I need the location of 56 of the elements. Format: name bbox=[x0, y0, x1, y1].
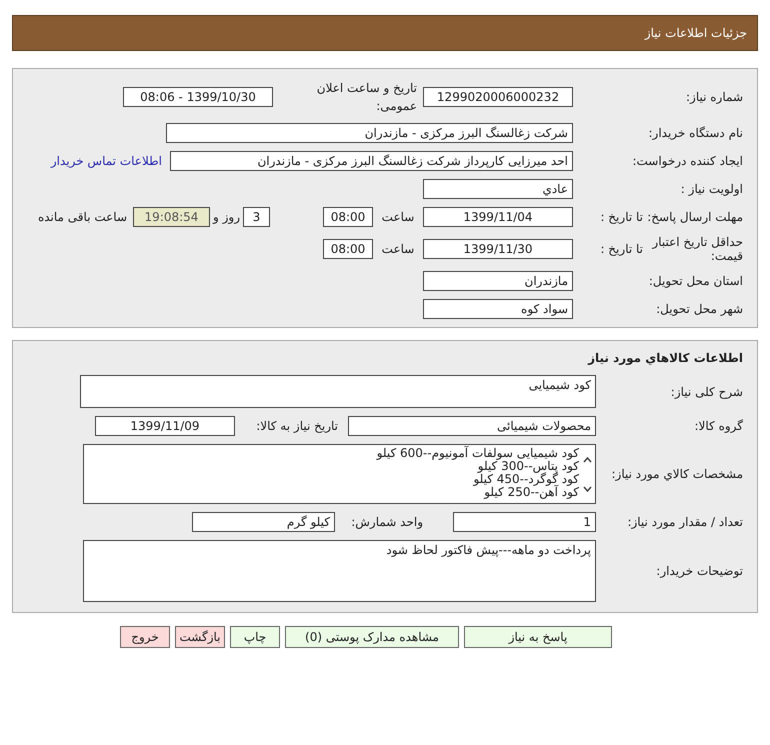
action-button[interactable]: خروج bbox=[120, 626, 170, 648]
field-label: ساعت باقی مانده bbox=[36, 209, 128, 226]
field-label: حداقل تاریخ اعتبار قیمت: bbox=[650, 235, 743, 263]
spec-line: کود آهن--250 کیلو bbox=[484, 486, 579, 499]
action-button[interactable]: بازگشت bbox=[175, 626, 225, 648]
field-label: تاریخ و ساعت اعلان عمومی: bbox=[316, 80, 418, 115]
field-label: تا تاریخ : bbox=[599, 209, 643, 226]
text-field[interactable]: 1299020006000232 bbox=[423, 87, 573, 107]
text-field[interactable]: عادي bbox=[423, 179, 573, 199]
field-label: تا تاریخ : bbox=[599, 241, 643, 258]
field-label: مهلت ارسال پاسخ: bbox=[646, 209, 743, 226]
field-label: اولویت نیاز : bbox=[680, 181, 743, 198]
text-field[interactable]: کود شیمیایی bbox=[80, 375, 596, 408]
field-label: ایجاد کننده درخواست: bbox=[631, 153, 743, 170]
field-label: مشخصات کالاي مورد نیاز: bbox=[610, 466, 743, 483]
text-field[interactable]: 1 bbox=[453, 512, 596, 532]
field-label: روز و bbox=[212, 209, 241, 226]
section-title: اطلاعات کالاهاي مورد نیاز bbox=[586, 350, 743, 367]
field-label: شماره نیاز: bbox=[685, 89, 743, 106]
field-label: استان محل تحویل: bbox=[648, 273, 743, 290]
text-field[interactable]: 1399/11/30 bbox=[423, 239, 573, 259]
action-button[interactable]: مشاهده مدارک پوستی (0) bbox=[285, 626, 459, 648]
text-field[interactable]: 08:00 bbox=[323, 207, 373, 227]
text-field[interactable]: 19:08:54 bbox=[133, 207, 210, 227]
text-field[interactable]: احد میرزایی کارپرداز شرکت زغالسنگ البرز مرکزی - مازندران bbox=[170, 151, 573, 171]
field-label: شهر محل تحویل: bbox=[655, 301, 743, 318]
page-title: جزئیات اطلاعات نیاز bbox=[644, 25, 747, 42]
field-label: واحد شمارش: bbox=[350, 514, 424, 531]
action-button[interactable]: پاسخ به نیاز bbox=[464, 626, 612, 648]
field-label: گروه کالا: bbox=[694, 418, 743, 435]
specs-list[interactable]: کود شیمیایی سولفات آمونیوم--600 کیلو کود پتاس--300 کیلو کود گوگرد--450 کیلو کود آهن--250 کیلو bbox=[83, 444, 596, 504]
field-label: شرح کلی نیاز: bbox=[670, 384, 743, 400]
spec-line: کود پتاس--300 کیلو bbox=[477, 460, 579, 473]
spec-line: کود شیمیایی سولفات آمونیوم--600 کیلو bbox=[376, 447, 579, 460]
text-field[interactable]: 1399/11/09 bbox=[95, 416, 235, 436]
spec-line: کود گوگرد--450 کیلو bbox=[472, 473, 579, 486]
field-label: توضیحات خریدار: bbox=[655, 563, 743, 580]
field-label: ساعت bbox=[380, 241, 416, 258]
text-field[interactable]: 1399/10/30 - 08:06 bbox=[123, 87, 273, 107]
text-field[interactable]: 08:00 bbox=[323, 239, 373, 259]
text-field[interactable]: مازندران bbox=[423, 271, 573, 291]
text-field[interactable]: شرکت زغالسنگ البرز مرکزی - مازندران bbox=[166, 123, 573, 143]
scroll-down-icon[interactable] bbox=[582, 486, 592, 492]
buyer-contact-link[interactable]: اطلاعات تماس خریدار bbox=[50, 152, 162, 170]
field-label: تاریخ نیاز به کالا: bbox=[255, 418, 339, 435]
text-field[interactable]: سواد کوه bbox=[423, 299, 573, 319]
text-field[interactable]: محصولات شیمیائی bbox=[348, 416, 596, 436]
text-field[interactable]: 3 bbox=[243, 207, 270, 227]
text-field[interactable]: پرداخت دو ماهه---پیش فاکتور لحاظ شود bbox=[83, 540, 596, 602]
field-label: تعداد / مقدار مورد نیاز: bbox=[626, 514, 743, 531]
text-field[interactable]: کیلو گرم bbox=[192, 512, 335, 532]
field-label: ساعت bbox=[380, 209, 416, 226]
field-label: نام دستگاه خریدار: bbox=[648, 125, 743, 142]
text-field[interactable]: 1399/11/04 bbox=[423, 207, 573, 227]
action-button[interactable]: چاپ bbox=[230, 626, 280, 648]
scroll-up-icon[interactable] bbox=[582, 456, 592, 462]
